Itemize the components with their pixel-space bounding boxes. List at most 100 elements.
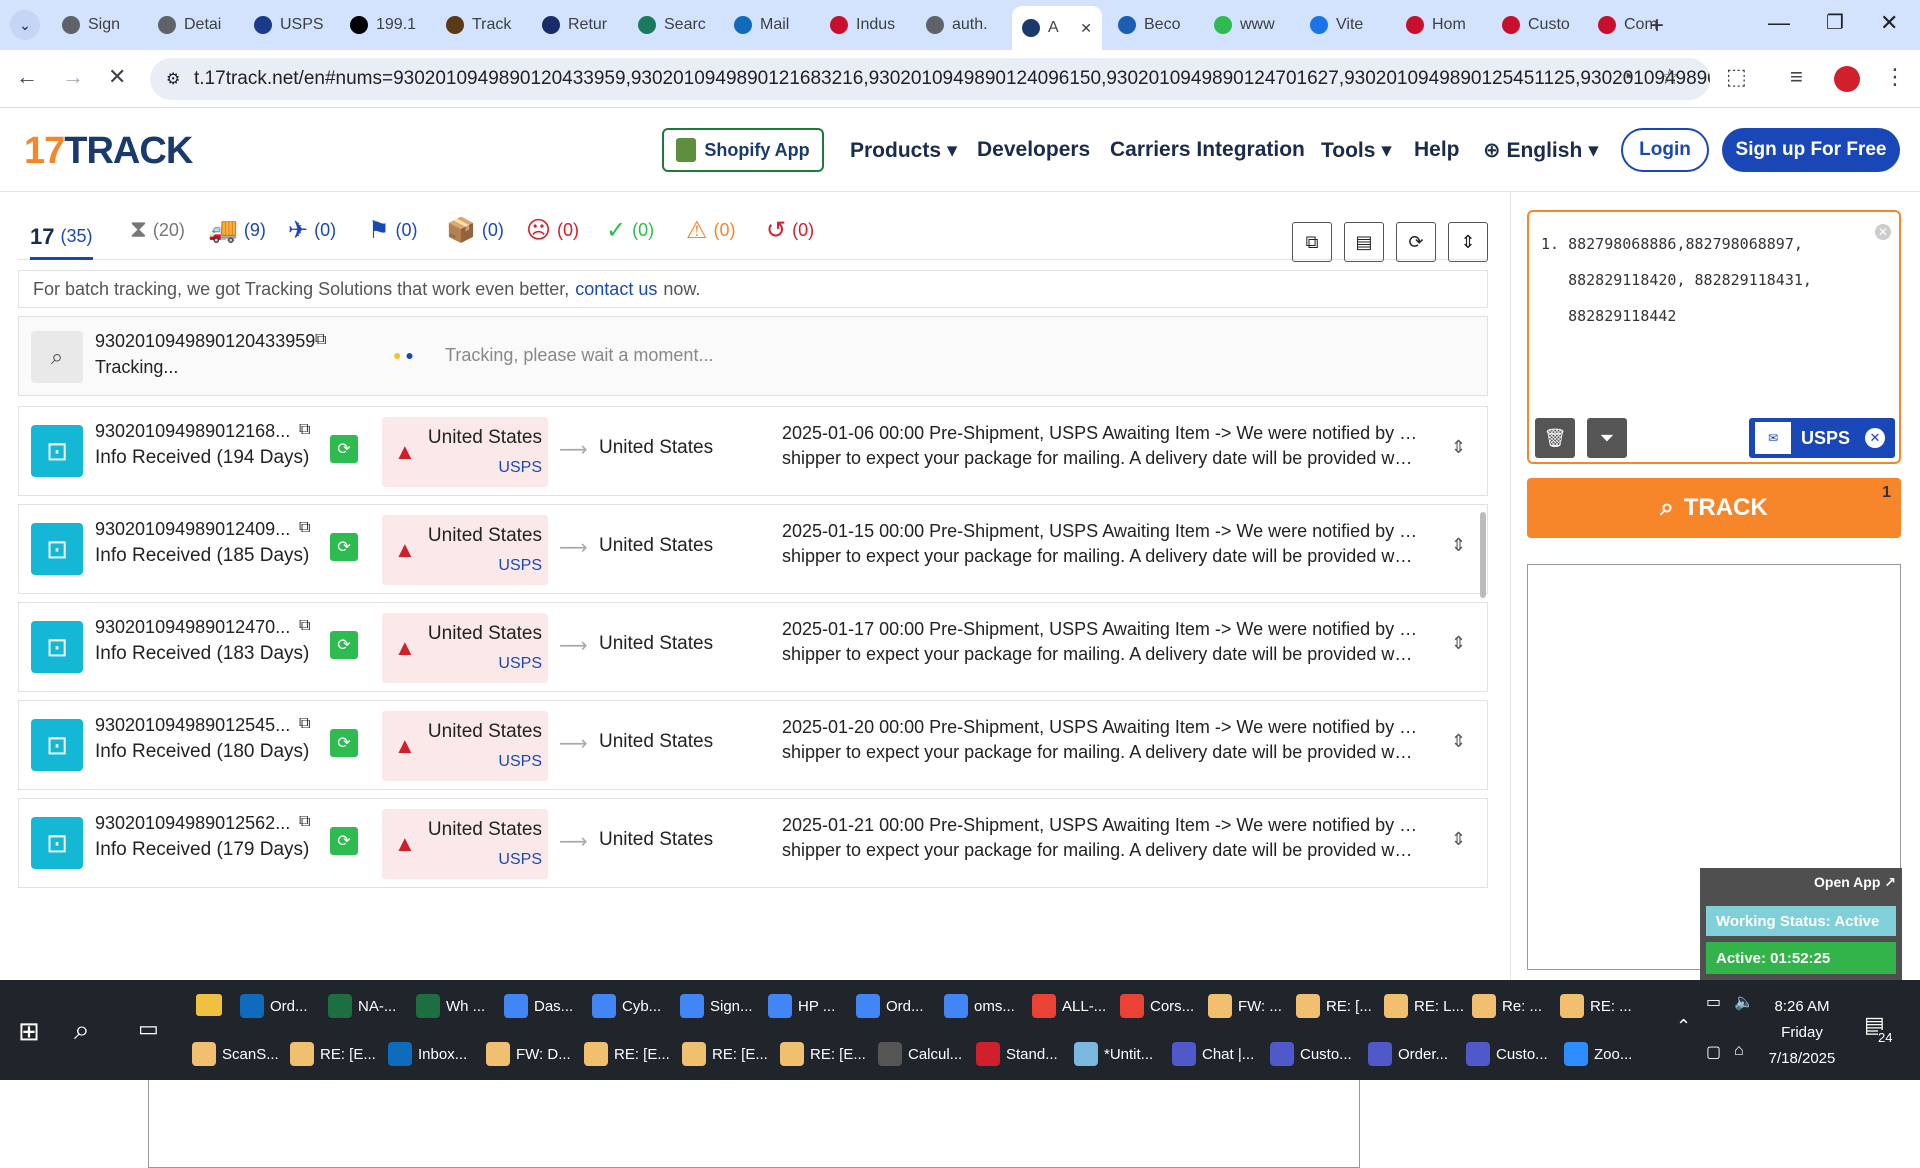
taskbar-app[interactable]: *Untit... — [1074, 1042, 1166, 1066]
nav-tools[interactable]: Tools ▾ — [1321, 138, 1392, 163]
expand-row-icon[interactable]: ⇕ — [1451, 731, 1466, 752]
task-view-icon[interactable]: ▭ — [138, 1016, 159, 1042]
taskbar-app[interactable]: RE: L... — [1384, 994, 1466, 1018]
taskbar-app[interactable]: Inbox... — [388, 1042, 480, 1066]
taskbar-app[interactable]: RE: [... — [1296, 994, 1378, 1018]
display-icon[interactable]: ▢ — [1706, 1042, 1721, 1062]
taskbar-app[interactable]: ALL-... — [1032, 994, 1114, 1018]
taskbar-app[interactable]: Zoo... — [1564, 1042, 1656, 1066]
copy-icon[interactable]: ⧉ — [299, 519, 310, 537]
system-clock[interactable]: 8:26 AM Friday 7/18/2025 — [1752, 994, 1852, 1072]
carrier-name[interactable]: USPS — [498, 851, 542, 869]
taskbar-app[interactable]: oms... — [944, 994, 1026, 1018]
volume-icon[interactable]: 🔈 — [1734, 992, 1754, 1012]
media-icon[interactable]: ≡ — [1790, 64, 1803, 90]
taskbar-app[interactable]: Chat |... — [1172, 1042, 1264, 1066]
stop-icon[interactable]: ✕ — [108, 64, 126, 90]
status-filter-tab[interactable]: ⧗ (20) — [130, 216, 185, 244]
track-button[interactable]: ⌕ TRACK 1 — [1527, 478, 1901, 538]
browser-tab[interactable]: Sign — [52, 8, 142, 42]
taskbar-app[interactable]: Order... — [1368, 1042, 1460, 1066]
expand-row-icon[interactable]: ⇕ — [1451, 437, 1466, 458]
taskbar-app[interactable]: FW: ... — [1208, 994, 1290, 1018]
site-info-icon[interactable]: ⚙ — [166, 69, 180, 89]
status-filter-tab[interactable]: 🚚 (9) — [208, 216, 266, 245]
taskbar-app[interactable]: RE: [E... — [290, 1042, 382, 1066]
status-filter-tab[interactable]: ☹ (0) — [526, 216, 579, 245]
browser-tab[interactable]: auth. — [916, 8, 1006, 42]
windows-start-icon[interactable]: ⊞ — [18, 1016, 40, 1047]
nav-developers[interactable]: Developers — [977, 138, 1090, 162]
carrier-name[interactable]: USPS — [498, 459, 542, 477]
browser-tab[interactable]: Track — [436, 8, 526, 42]
browser-tab[interactable]: Vite — [1300, 8, 1390, 42]
taskbar-app[interactable]: RE: [E... — [780, 1042, 872, 1066]
taskbar-app[interactable]: ScanS... — [192, 1042, 284, 1066]
status-filter-tab[interactable]: 📦 (0) — [446, 216, 504, 245]
taskbar-app[interactable]: Sign... — [680, 994, 762, 1018]
battery-icon[interactable]: ▭ — [1706, 992, 1721, 1012]
taskbar-app[interactable]: RE: [E... — [584, 1042, 676, 1066]
browser-tab[interactable]: Hom — [1396, 8, 1486, 42]
list-scrollbar[interactable] — [1480, 512, 1486, 598]
browser-tab[interactable]: A ✕ — [1012, 6, 1102, 50]
status-filter-tab[interactable]: ⚠ (0) — [686, 216, 736, 245]
status-filter-tab[interactable]: ↺ (0) — [766, 216, 814, 245]
copy-icon[interactable]: ⧉ — [299, 421, 310, 439]
new-tab-button[interactable]: + — [1650, 12, 1664, 40]
nav-carriers-integration[interactable]: Carriers Integration — [1110, 138, 1305, 162]
copy-list-button[interactable]: ▤ — [1344, 222, 1384, 262]
tracking-row[interactable]: ⊡ 930201094989012409... ⧉ Info Received (18… — [18, 504, 1488, 594]
expand-row-icon[interactable]: ⇕ — [1451, 829, 1466, 850]
status-filter-tab[interactable]: 17 (35) — [30, 216, 93, 260]
taskbar-app[interactable]: Re: ... — [1472, 994, 1554, 1018]
taskbar-app[interactable]: NA-... — [328, 994, 410, 1018]
carrier-name[interactable]: USPS — [498, 655, 542, 673]
close-tab-icon[interactable]: ✕ — [1080, 20, 1092, 37]
network-icon[interactable]: ⌂ — [1734, 1042, 1744, 1060]
browser-tab[interactable]: Mail — [724, 8, 814, 42]
refresh-button[interactable]: ⟳ — [1396, 222, 1436, 262]
extensions-icon[interactable]: ⬚ — [1726, 64, 1747, 90]
carrier-name[interactable]: USPS — [498, 753, 542, 771]
tray-chevron-icon[interactable]: ⌃ — [1676, 1016, 1691, 1037]
contact-us-link[interactable]: contact us — [575, 279, 657, 300]
17track-logo[interactable]: 17TRACK — [24, 130, 193, 173]
pending-row[interactable]: ⌕ 9302010949890120433959 ⧉ Tracking... ●… — [18, 316, 1488, 396]
login-button[interactable]: Login — [1621, 128, 1709, 172]
filter-button[interactable]: ⏷ — [1587, 418, 1627, 458]
carrier-name[interactable]: USPS — [498, 557, 542, 575]
shopify-app-button[interactable]: Shopify App — [662, 128, 824, 172]
address-bar[interactable]: ⚙ t.17track.net/en#nums=9302010949890120… — [150, 58, 1710, 100]
sync-icon[interactable]: ⟳ — [330, 827, 358, 855]
expand-row-icon[interactable]: ⇕ — [1451, 633, 1466, 654]
nav-help[interactable]: Help — [1414, 138, 1460, 162]
signup-button[interactable]: Sign up For Free — [1722, 128, 1900, 172]
profile-avatar[interactable] — [1834, 66, 1860, 92]
carrier-selector[interactable]: ✉ USPS ✕ — [1749, 418, 1895, 458]
copy-all-button[interactable]: ⧉ — [1292, 222, 1332, 262]
forward-icon[interactable]: → — [62, 64, 84, 90]
copy-icon[interactable]: ⧉ — [299, 715, 310, 733]
taskbar-app[interactable]: Custo... — [1270, 1042, 1362, 1066]
browser-tab[interactable]: Indus — [820, 8, 910, 42]
taskbar-app[interactable]: Wh ... — [416, 994, 498, 1018]
browser-tab[interactable]: www — [1204, 8, 1294, 42]
performance-icon[interactable]: ◔ — [1620, 64, 1633, 90]
sync-icon[interactable]: ⟳ — [330, 729, 358, 757]
taskbar-app[interactable]: HP ... — [768, 994, 850, 1018]
browser-tab[interactable]: Retur — [532, 8, 622, 42]
taskbar-app[interactable]: Custo... — [1466, 1042, 1558, 1066]
remove-carrier-icon[interactable]: ✕ — [1865, 428, 1885, 448]
browser-tab[interactable]: Com — [1588, 8, 1678, 42]
tracking-number-input[interactable]: 1. 882798068886,882798068897, 8828291184… — [1527, 210, 1901, 464]
browser-tab[interactable]: 199.1 — [340, 8, 430, 42]
taskbar-app[interactable]: FW: D... — [486, 1042, 578, 1066]
copy-icon[interactable]: ⧉ — [299, 617, 310, 635]
taskbar-app[interactable]: Calcul... — [878, 1042, 970, 1066]
expand-row-icon[interactable]: ⇕ — [1451, 535, 1466, 556]
close-window-button[interactable]: ✕ — [1880, 10, 1898, 36]
browser-tab[interactable]: USPS — [244, 8, 334, 42]
taskbar-app[interactable]: RE: [E... — [682, 1042, 774, 1066]
status-filter-tab[interactable]: ⚑ (0) — [368, 216, 418, 245]
